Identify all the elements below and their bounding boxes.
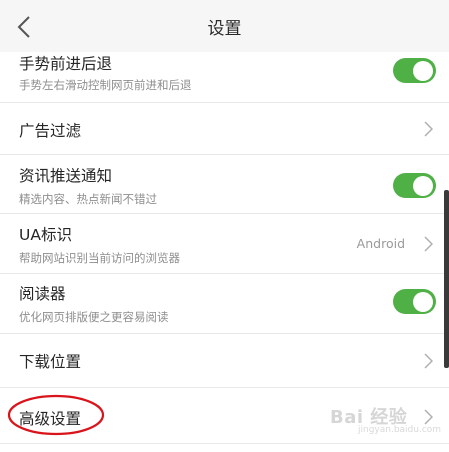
chevron-right-icon [424, 353, 433, 369]
baidu-watermark: Bai 经验 jingyan.baidu.com [330, 393, 442, 441]
setting-row-reader[interactable]: 阅读器 优化网页排版便之更容易阅读 [0, 274, 449, 334]
top-bar: 设置 [0, 0, 449, 52]
setting-title: 广告过滤 [19, 122, 82, 140]
toggle-knob [413, 291, 433, 312]
toggle-knob [413, 175, 433, 196]
setting-row-ua[interactable]: UA标识 帮助网站识别当前访问的浏览器 Android [0, 214, 449, 274]
chevron-right-icon [424, 121, 433, 137]
ua-value: Android [356, 236, 405, 251]
gesture-toggle[interactable] [393, 58, 436, 83]
setting-row-ad-filter[interactable]: 广告过滤 [0, 103, 449, 155]
settings-screen: 设置 手势前进后退 手势左右滑动控制网页前进和后退 广告过滤 资讯推送通知 精选… [0, 0, 449, 452]
toggle-knob [413, 60, 433, 81]
news-push-toggle[interactable] [393, 173, 436, 198]
setting-row-news-push[interactable]: 资讯推送通知 精选内容、热点新闻不错过 [0, 155, 449, 214]
setting-row-gesture[interactable]: 手势前进后退 手势左右滑动控制网页前进和后退 [0, 52, 449, 103]
setting-title: UA标识 [19, 226, 72, 244]
setting-subtitle: 帮助网站识别当前访问的浏览器 [19, 251, 180, 265]
highlight-ellipse [7, 394, 105, 436]
divider [0, 443, 449, 444]
chevron-right-icon [424, 236, 433, 252]
setting-title: 下载位置 [19, 353, 82, 371]
reader-toggle[interactable] [393, 289, 436, 314]
setting-subtitle: 精选内容、热点新闻不错过 [19, 192, 157, 206]
page-title: 设置 [207, 19, 242, 39]
watermark-subtext: jingyan.baidu.com [358, 425, 442, 435]
setting-subtitle: 优化网页排版便之更容易阅读 [19, 310, 169, 324]
setting-title: 资讯推送通知 [19, 167, 113, 185]
setting-row-download-location[interactable]: 下载位置 [0, 334, 449, 388]
setting-subtitle: 手势左右滑动控制网页前进和后退 [19, 78, 192, 92]
scrollbar[interactable] [444, 190, 449, 368]
setting-title: 阅读器 [19, 285, 66, 303]
setting-title: 手势前进后退 [19, 55, 113, 73]
